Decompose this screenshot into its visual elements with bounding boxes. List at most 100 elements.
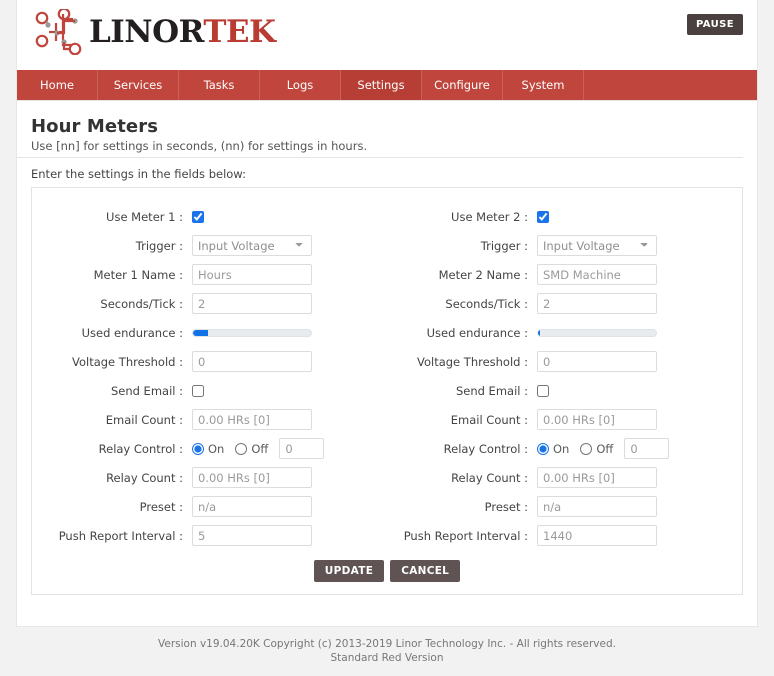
label-use-meter-2: Use Meter 2 : [451, 209, 528, 224]
relay-1-on-radio[interactable] [192, 442, 204, 455]
row-relay-count-2: Relay Count : [387, 463, 732, 492]
meter-2-name-input[interactable] [537, 264, 657, 285]
trigger-1-select[interactable]: Input Voltage [192, 235, 312, 256]
voltage-threshold-1-input[interactable] [192, 351, 312, 372]
row-voltage-threshold-1: Voltage Threshold : [42, 347, 387, 376]
used-endurance-1-progressbar [192, 328, 312, 337]
label-push-report-interval-2: Push Report Interval : [403, 528, 528, 543]
hour-meters-form-panel: Use Meter 1 : Trigger : Input Voltage Me… [31, 187, 743, 595]
label-meter-2-name: Meter 2 Name : [438, 267, 528, 282]
nav-item-logs[interactable]: Logs [260, 70, 341, 100]
label-used-endurance-1: Used endurance : [81, 325, 183, 340]
update-button[interactable]: UPDATE [313, 560, 385, 582]
relay-2-on-label[interactable]: On [553, 442, 569, 456]
voltage-threshold-2-input[interactable] [537, 351, 657, 372]
label-preset-1: Preset : [139, 499, 183, 514]
row-used-endurance-1: Used endurance : [42, 318, 387, 347]
page-body: Hour Meters Use [nn] for settings in sec… [17, 100, 757, 595]
main-navigation: Home Services Tasks Logs Settings Configure Sy… [17, 70, 757, 100]
page-subtitle: Use [nn] for settings in seconds, (nn) f… [17, 139, 743, 158]
label-seconds-tick-1: Seconds/Tick : [100, 296, 183, 311]
nav-item-settings[interactable]: Settings [341, 70, 422, 100]
used-endurance-2-progressbar [537, 328, 657, 337]
push-report-interval-1-input[interactable] [192, 525, 312, 546]
row-use-meter-2: Use Meter 2 : [387, 202, 732, 231]
site-header: LINORTEK PAUSE [17, 0, 757, 64]
push-report-interval-2-input[interactable] [537, 525, 657, 546]
row-trigger-2: Trigger : Input Voltage [387, 231, 732, 260]
row-email-count-2: Email Count : [387, 405, 732, 434]
label-email-count-2: Email Count : [450, 412, 528, 427]
nav-item-system[interactable]: System [503, 70, 584, 100]
label-preset-2: Preset : [484, 499, 528, 514]
nav-item-home[interactable]: Home [17, 70, 98, 100]
meters-grid: Use Meter 1 : Trigger : Input Voltage Me… [42, 202, 732, 550]
label-relay-count-2: Relay Count : [451, 470, 528, 485]
relay-1-off-radio[interactable] [235, 442, 248, 455]
label-relay-control-1: Relay Control : [98, 441, 183, 456]
meter-1-column: Use Meter 1 : Trigger : Input Voltage Me… [42, 202, 387, 550]
relay-1-radio-group: On Off [192, 442, 279, 456]
used-endurance-2-fill [538, 329, 541, 336]
meter-2-column: Use Meter 2 : Trigger : Input Voltage Me… [387, 202, 732, 550]
form-actions: UPDATE CANCEL [42, 560, 732, 582]
row-seconds-tick-2: Seconds/Tick : [387, 289, 732, 318]
relay-2-off-label[interactable]: Off [596, 442, 613, 456]
label-used-endurance-2: Used endurance : [426, 325, 528, 340]
row-preset-2: Preset : [387, 492, 732, 521]
row-used-endurance-2: Used endurance : [387, 318, 732, 347]
label-seconds-tick-2: Seconds/Tick : [445, 296, 528, 311]
label-trigger-1: Trigger : [135, 238, 183, 253]
label-send-email-2: Send Email : [455, 383, 528, 398]
seconds-tick-2-input[interactable] [537, 293, 657, 314]
label-relay-control-2: Relay Control : [443, 441, 528, 456]
row-push-report-interval-1: Push Report Interval : [42, 521, 387, 550]
row-send-email-1: Send Email : [42, 376, 387, 405]
site-footer: Version v19.04.20K Copyright (c) 2013-20… [16, 626, 758, 676]
nav-item-services[interactable]: Services [98, 70, 179, 100]
row-seconds-tick-1: Seconds/Tick : [42, 289, 387, 318]
email-count-1-input[interactable] [192, 409, 312, 430]
send-email-2-checkbox[interactable] [537, 384, 549, 397]
preset-2-input[interactable] [537, 496, 657, 517]
meter-1-name-input[interactable] [192, 264, 312, 285]
use-meter-1-checkbox[interactable] [192, 210, 204, 223]
used-endurance-1-fill [193, 329, 209, 336]
relay-1-on-label[interactable]: On [208, 442, 224, 456]
label-relay-count-1: Relay Count : [106, 470, 183, 485]
brand-name-dark: LINOR [89, 13, 204, 50]
row-preset-1: Preset : [42, 492, 387, 521]
relay-2-value-input[interactable] [624, 438, 670, 459]
nav-item-tasks[interactable]: Tasks [179, 70, 260, 100]
email-count-2-input[interactable] [537, 409, 657, 430]
relay-1-value-input[interactable] [279, 438, 325, 459]
row-voltage-threshold-2: Voltage Threshold : [387, 347, 732, 376]
send-email-1-checkbox[interactable] [192, 384, 204, 397]
relay-2-off-radio[interactable] [580, 442, 593, 455]
brand-logo[interactable]: LINORTEK [31, 8, 276, 56]
row-send-email-2: Send Email : [387, 376, 732, 405]
brand-wordmark: LINORTEK [89, 13, 276, 50]
relay-2-on-radio[interactable] [537, 442, 549, 455]
app-page: LINORTEK PAUSE Home Services Tasks Logs Sett… [0, 0, 774, 676]
seconds-tick-1-input[interactable] [192, 293, 312, 314]
label-send-email-1: Send Email : [110, 383, 183, 398]
cancel-button[interactable]: CANCEL [390, 560, 461, 582]
page-instruction: Enter the settings in the fields below: [31, 167, 246, 181]
row-meter-1-name: Meter 1 Name : [42, 260, 387, 289]
label-email-count-1: Email Count : [105, 412, 183, 427]
relay-count-1-input[interactable] [192, 467, 312, 488]
row-relay-control-1: Relay Control : On Off [42, 434, 387, 463]
row-relay-control-2: Relay Control : On Off [387, 434, 732, 463]
footer-edition-line: Standard Red Version [330, 652, 444, 664]
trigger-2-select[interactable]: Input Voltage [537, 235, 657, 256]
label-use-meter-1: Use Meter 1 : [106, 209, 183, 224]
row-relay-count-1: Relay Count : [42, 463, 387, 492]
nav-item-configure[interactable]: Configure [422, 70, 503, 100]
relay-count-2-input[interactable] [537, 467, 657, 488]
use-meter-2-checkbox[interactable] [537, 210, 549, 223]
relay-1-off-label[interactable]: Off [251, 442, 268, 456]
pause-button[interactable]: PAUSE [687, 14, 743, 35]
preset-1-input[interactable] [192, 496, 312, 517]
brand-name-red: TEK [203, 13, 276, 50]
